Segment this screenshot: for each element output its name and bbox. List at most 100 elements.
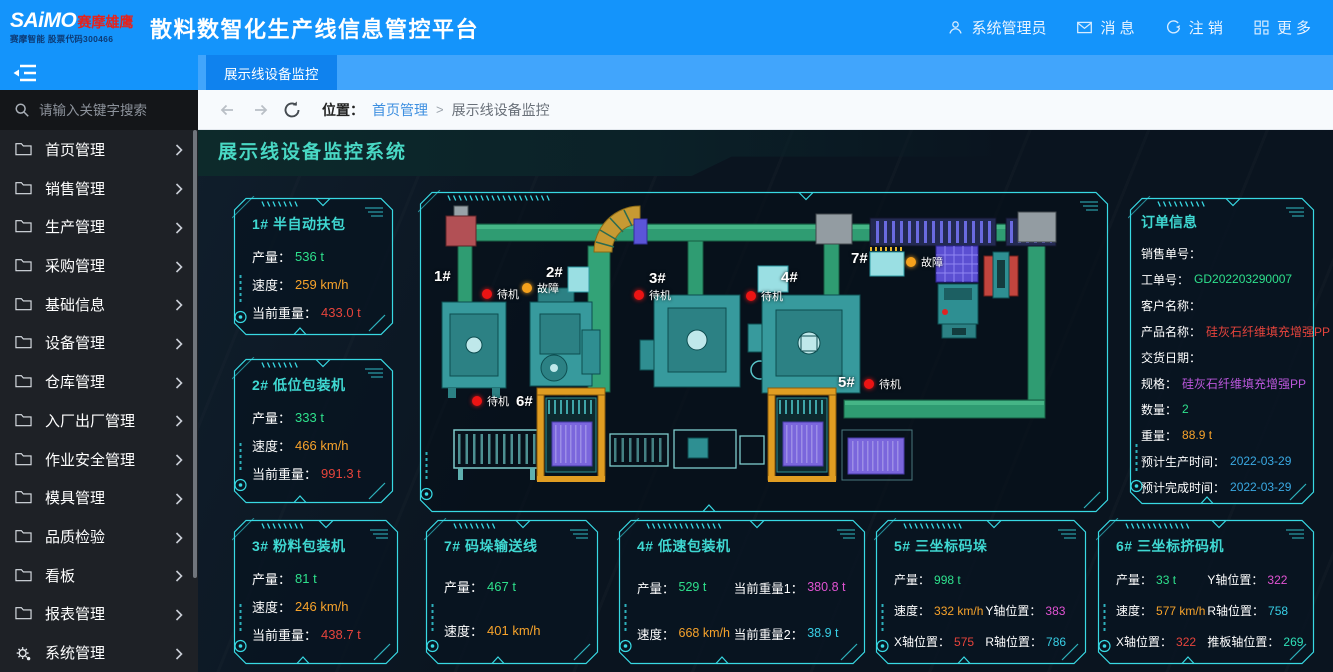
metric-label: 产量： bbox=[1116, 571, 1152, 588]
chevron-right-icon bbox=[175, 337, 183, 349]
metric-label: 速度： bbox=[252, 597, 291, 616]
metric-label: 当前重量1： bbox=[734, 578, 803, 597]
tab-bar: 展示线设备监控 bbox=[198, 55, 1333, 90]
order-row: 客户名称： bbox=[1141, 292, 1310, 318]
refresh-icon[interactable] bbox=[282, 100, 302, 120]
metric-value: 467 t bbox=[487, 579, 516, 594]
header: SAiMO 赛摩雄鹰 赛摩智能 股票代码300466 散料数智化生产线信息管控平… bbox=[0, 0, 1333, 55]
chevron-right-icon bbox=[175, 608, 183, 620]
metric-row: 产量：529 t bbox=[637, 564, 732, 610]
panel-title: 4# 低速包装机 bbox=[637, 536, 857, 556]
factory-scene: 1# 2# 3# 4# 5# 6# 7# 待机 故障 待机 待机 故障 待机 待… bbox=[418, 190, 1110, 514]
header-menu-messages[interactable]: 消 息 bbox=[1076, 17, 1134, 38]
metric-row: 产量：333 t bbox=[252, 403, 385, 431]
chevron-right-icon bbox=[175, 569, 183, 581]
metric-value: 401 km/h bbox=[487, 623, 540, 638]
folder-icon bbox=[15, 258, 32, 273]
sidebar-item-label: 采购管理 bbox=[45, 255, 105, 276]
order-label: 预计生产时间： bbox=[1141, 453, 1225, 470]
logo-text-en: SAiMO bbox=[10, 10, 76, 31]
metric-value: 758 bbox=[1268, 604, 1288, 618]
section-title: 展示线设备监控系统 bbox=[218, 130, 407, 176]
sidebar-item-label: 报表管理 bbox=[45, 603, 105, 624]
metric-value: 81 t bbox=[295, 571, 317, 586]
metric-label: 当前重量： bbox=[252, 303, 317, 322]
sidebar-item-14[interactable]: 系统管理 bbox=[0, 633, 198, 672]
sidebar-item-5[interactable]: 基础信息 bbox=[0, 285, 198, 324]
sidebar-item-8[interactable]: 入厂出厂管理 bbox=[0, 401, 198, 440]
header-menu-label: 系统管理员 bbox=[971, 17, 1046, 38]
metric-label: 产量： bbox=[252, 408, 291, 427]
order-row: 产品名称：硅灰石纤维填充增强PP bbox=[1141, 318, 1310, 344]
location-label: 位置： bbox=[322, 100, 364, 120]
sidebar-item-7[interactable]: 仓库管理 bbox=[0, 362, 198, 401]
metric-value: 332 km/h bbox=[934, 604, 983, 618]
machine-label-4: 4# bbox=[781, 269, 798, 286]
sidebar-item-6[interactable]: 设备管理 bbox=[0, 324, 198, 363]
order-value: 88.9 t bbox=[1182, 428, 1212, 442]
sidebar-item-3[interactable]: 生产管理 bbox=[0, 207, 198, 246]
header-menu-more[interactable]: 更 多 bbox=[1253, 17, 1311, 38]
order-label: 产品名称： bbox=[1141, 323, 1201, 340]
metric-value: 536 t bbox=[295, 249, 324, 264]
order-label: 销售单号： bbox=[1141, 245, 1201, 262]
metric-row: 当前重量1： 380.8 t bbox=[734, 564, 857, 610]
status-badge-standby-6: 待机 bbox=[472, 393, 509, 409]
metric-row: 速度：668 km/h bbox=[637, 610, 732, 656]
back-arrow-icon[interactable] bbox=[218, 100, 238, 120]
order-value: 2 bbox=[1182, 402, 1189, 416]
metric-label: Y轴位置： bbox=[1207, 571, 1263, 588]
sidebar-item-label: 首页管理 bbox=[45, 139, 105, 160]
folder-icon bbox=[15, 335, 32, 350]
metric-value: 466 km/h bbox=[295, 438, 348, 453]
sidebar-item-11[interactable]: 品质检验 bbox=[0, 517, 198, 556]
metric-value: 246 km/h bbox=[295, 599, 348, 614]
mail-icon bbox=[1076, 19, 1093, 36]
order-info-panel: 订单信息 销售单号：工单号：GD202203290007客户名称：产品名称：硅灰… bbox=[1128, 196, 1316, 506]
forward-arrow-icon[interactable] bbox=[250, 100, 270, 120]
tab-strip: 展示线设备监控 bbox=[0, 55, 1333, 90]
metric-label: R轴位置： bbox=[1207, 602, 1264, 619]
sidebar-item-9[interactable]: 作业安全管理 bbox=[0, 440, 198, 479]
chevron-right-icon bbox=[175, 647, 183, 659]
sidebar-item-label: 生产管理 bbox=[45, 216, 105, 237]
metric-label: X轴位置： bbox=[1116, 633, 1172, 650]
search-input[interactable] bbox=[39, 103, 189, 118]
sidebar-item-4[interactable]: 采购管理 bbox=[0, 246, 198, 285]
gear-icon bbox=[15, 645, 32, 660]
metric-value: 380.8 t bbox=[807, 580, 845, 594]
metric-label: 速度： bbox=[1116, 602, 1152, 619]
metric-row: 推板轴位置：269 bbox=[1207, 626, 1306, 657]
breadcrumb-current: 展示线设备监控 bbox=[452, 100, 550, 120]
order-value: 2022-03-29 bbox=[1230, 454, 1291, 468]
panel-title: 5# 三坐标码垛 bbox=[894, 536, 1078, 556]
header-menu-admin[interactable]: 系统管理员 bbox=[947, 17, 1046, 38]
metric-label: 速度： bbox=[894, 602, 930, 619]
sidebar-item-12[interactable]: 看板 bbox=[0, 556, 198, 595]
sidebar-item-13[interactable]: 报表管理 bbox=[0, 595, 198, 634]
sidebar-scrollbar[interactable] bbox=[193, 130, 197, 578]
header-menu-logout[interactable]: 注 销 bbox=[1165, 17, 1223, 38]
metric-value: 577 km/h bbox=[1156, 604, 1205, 618]
folder-icon bbox=[15, 142, 32, 157]
metric-value: 438.7 t bbox=[321, 627, 361, 642]
metric-label: 速度： bbox=[252, 275, 291, 294]
panel-title: 1# 半自动扶包 bbox=[252, 214, 385, 234]
order-row: 重量：88.9 t bbox=[1141, 422, 1310, 448]
order-label: 规格： bbox=[1141, 375, 1177, 392]
tab-display-line-monitor[interactable]: 展示线设备监控 bbox=[206, 55, 337, 90]
brand-logo[interactable]: SAiMO 赛摩雄鹰 赛摩智能 股票代码300466 bbox=[0, 10, 148, 45]
metric-value: 998 t bbox=[934, 573, 961, 587]
sidebar-item-10[interactable]: 模具管理 bbox=[0, 478, 198, 517]
sidebar-item-2[interactable]: 销售管理 bbox=[0, 169, 198, 208]
collapse-sidebar-icon[interactable] bbox=[12, 62, 38, 84]
order-value: 硅灰石纤维填充增强PP bbox=[1182, 375, 1306, 392]
chevron-right-icon bbox=[175, 453, 183, 465]
chevron-right-icon bbox=[175, 414, 183, 426]
order-label: 交货日期： bbox=[1141, 349, 1201, 366]
machine-label-2: 2# bbox=[546, 264, 563, 281]
metric-label: 当前重量： bbox=[252, 464, 317, 483]
sidebar-item-1[interactable]: 首页管理 bbox=[0, 130, 198, 169]
metric-value: 668 km/h bbox=[679, 626, 730, 640]
breadcrumb-root-link[interactable]: 首页管理 bbox=[372, 100, 428, 120]
